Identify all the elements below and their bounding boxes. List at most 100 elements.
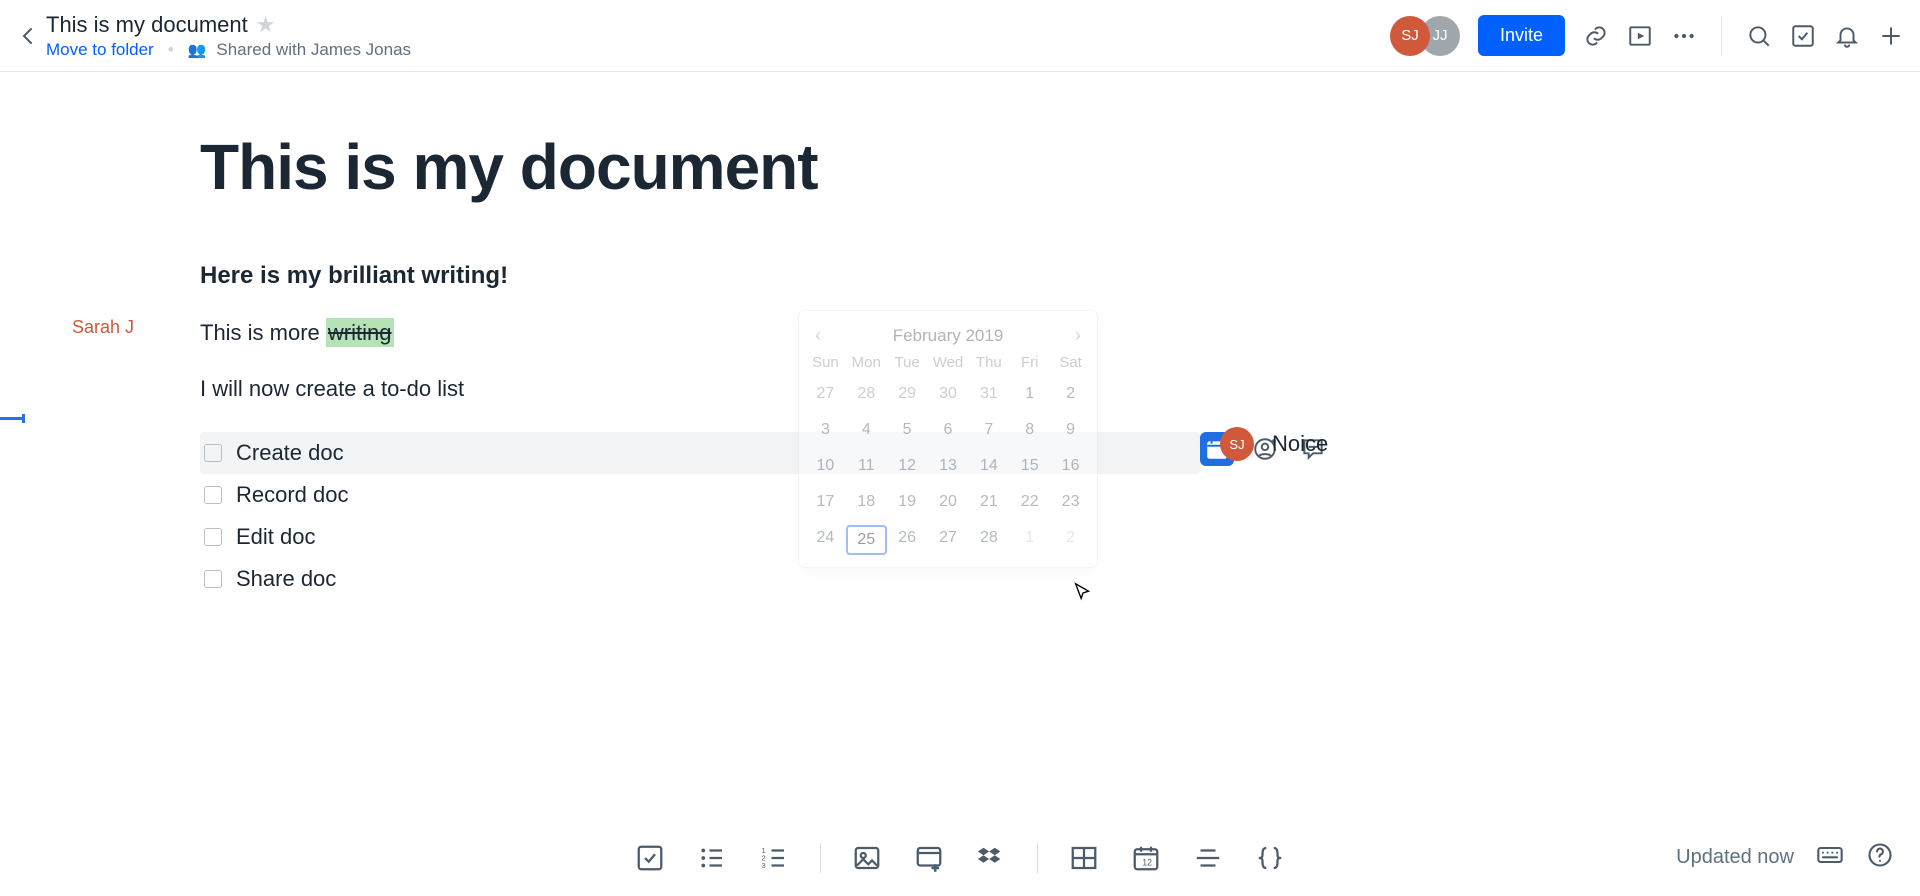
- more-icon[interactable]: [1671, 23, 1697, 49]
- status-bar-right: Updated now: [1676, 841, 1894, 874]
- doc-line2-highlight: writing: [326, 318, 394, 347]
- insert-table-icon[interactable]: [1068, 842, 1100, 874]
- cal-day[interactable]: 15: [1009, 453, 1050, 479]
- insert-calendar-icon[interactable]: 12: [1130, 842, 1162, 874]
- bell-icon[interactable]: [1834, 23, 1860, 49]
- cal-day[interactable]: 17: [805, 489, 846, 515]
- cal-day[interactable]: 19: [887, 489, 928, 515]
- cal-day[interactable]: 7: [968, 417, 1009, 443]
- cal-day[interactable]: 29: [887, 381, 928, 407]
- insert-bullet-list-icon[interactable]: [696, 842, 728, 874]
- cal-day[interactable]: 20: [928, 489, 969, 515]
- cal-day[interactable]: 3: [805, 417, 846, 443]
- cal-day[interactable]: 27: [928, 525, 969, 555]
- cal-day[interactable]: 11: [846, 453, 887, 479]
- cal-dow-tue: Tue: [887, 354, 928, 371]
- invite-button[interactable]: Invite: [1478, 15, 1565, 56]
- date-picker-popover[interactable]: ‹ February 2019 › Sun Mon Tue Wed Thu Fr…: [798, 310, 1098, 568]
- cal-day[interactable]: 1: [1009, 525, 1050, 555]
- present-icon[interactable]: [1627, 23, 1653, 49]
- cal-day[interactable]: 24: [805, 525, 846, 555]
- toolbar-sep-2: [1037, 843, 1038, 873]
- todo-checkbox-2[interactable]: [204, 528, 222, 546]
- cal-day[interactable]: 16: [1050, 453, 1091, 479]
- toolbar-sep-1: [820, 843, 821, 873]
- doc-line2-pre: This is more: [200, 320, 326, 345]
- author-label: Sarah J: [72, 317, 134, 338]
- cal-title: February 2019: [893, 326, 1004, 346]
- document-area: Sarah J This is my document Here is my b…: [0, 72, 1920, 132]
- cal-day[interactable]: 6: [928, 417, 969, 443]
- cal-dow-thu: Thu: [968, 354, 1009, 371]
- comment-text: Noice: [1272, 431, 1328, 457]
- move-to-folder-link[interactable]: Move to folder: [46, 40, 154, 60]
- todo-label-2: Edit doc: [236, 524, 316, 550]
- cal-prev[interactable]: ‹: [815, 325, 821, 346]
- star-icon[interactable]: ★: [256, 12, 276, 38]
- todo-checkbox-0[interactable]: [204, 444, 222, 462]
- cal-day[interactable]: 23: [1050, 489, 1091, 515]
- shared-with-text[interactable]: Shared with James Jonas: [216, 40, 411, 60]
- svg-text:3: 3: [762, 861, 766, 870]
- cal-day[interactable]: 2: [1050, 381, 1091, 407]
- insert-dropbox-icon[interactable]: [975, 842, 1007, 874]
- app-header: This is my document ★ Move to folder • 👥…: [0, 0, 1920, 72]
- people-icon: 👥: [188, 41, 207, 59]
- collab-cursor-indicator: [0, 417, 24, 420]
- doc-h1[interactable]: This is my document: [200, 132, 1200, 202]
- plus-icon[interactable]: [1878, 23, 1904, 49]
- insert-block-toolbar: 123 12: [634, 842, 1286, 874]
- cal-day[interactable]: 30: [928, 381, 969, 407]
- inline-comment[interactable]: SJ Noice: [1220, 427, 1328, 461]
- search-icon[interactable]: [1746, 23, 1772, 49]
- cal-next[interactable]: ›: [1075, 325, 1081, 346]
- todo-label-0: Create doc: [236, 440, 344, 466]
- insert-numbered-list-icon[interactable]: 123: [758, 842, 790, 874]
- cal-day[interactable]: 18: [846, 489, 887, 515]
- cal-day[interactable]: 2: [1050, 525, 1091, 555]
- cal-dow-sun: Sun: [805, 354, 846, 371]
- cal-day[interactable]: 12: [887, 453, 928, 479]
- doc-subheading[interactable]: Here is my brilliant writing!: [200, 262, 1200, 290]
- updated-status: Updated now: [1676, 846, 1794, 869]
- cal-day[interactable]: 1: [1009, 381, 1050, 407]
- doc-title-small[interactable]: This is my document: [46, 12, 248, 38]
- todo-label-3: Share doc: [236, 566, 336, 592]
- cal-day[interactable]: 8: [1009, 417, 1050, 443]
- cal-day[interactable]: 21: [968, 489, 1009, 515]
- cal-day[interactable]: 14: [968, 453, 1009, 479]
- cal-day[interactable]: 25: [846, 525, 887, 555]
- link-icon[interactable]: [1583, 23, 1609, 49]
- back-button[interactable]: [16, 24, 40, 48]
- comment-avatar: SJ: [1220, 427, 1254, 461]
- cal-dow-fri: Fri: [1009, 354, 1050, 371]
- cal-day[interactable]: 9: [1050, 417, 1091, 443]
- todo-checkbox-3[interactable]: [204, 570, 222, 588]
- cal-day[interactable]: 22: [1009, 489, 1050, 515]
- insert-checklist-icon[interactable]: [634, 842, 666, 874]
- cal-day[interactable]: 27: [805, 381, 846, 407]
- svg-text:12: 12: [1142, 858, 1152, 868]
- cal-dow-mon: Mon: [846, 354, 887, 371]
- todo-checkbox-1[interactable]: [204, 486, 222, 504]
- cal-day[interactable]: 31: [968, 381, 1009, 407]
- keyboard-shortcuts-icon[interactable]: [1816, 841, 1844, 874]
- cal-day[interactable]: 5: [887, 417, 928, 443]
- cal-dow-sat: Sat: [1050, 354, 1091, 371]
- title-block: This is my document ★ Move to folder • 👥…: [46, 12, 411, 60]
- insert-divider-icon[interactable]: [1192, 842, 1224, 874]
- cal-day[interactable]: 26: [887, 525, 928, 555]
- insert-media-icon[interactable]: [913, 842, 945, 874]
- tasks-icon[interactable]: [1790, 23, 1816, 49]
- avatar-stack[interactable]: SJ JJ: [1390, 16, 1460, 56]
- cal-day[interactable]: 4: [846, 417, 887, 443]
- cal-day[interactable]: 28: [846, 381, 887, 407]
- insert-code-block-icon[interactable]: [1254, 842, 1286, 874]
- insert-image-icon[interactable]: [851, 842, 883, 874]
- cal-dow-wed: Wed: [928, 354, 969, 371]
- cal-day[interactable]: 13: [928, 453, 969, 479]
- help-icon[interactable]: [1866, 841, 1894, 874]
- avatar-sj[interactable]: SJ: [1390, 16, 1430, 56]
- cal-day[interactable]: 10: [805, 453, 846, 479]
- cal-day[interactable]: 28: [968, 525, 1009, 555]
